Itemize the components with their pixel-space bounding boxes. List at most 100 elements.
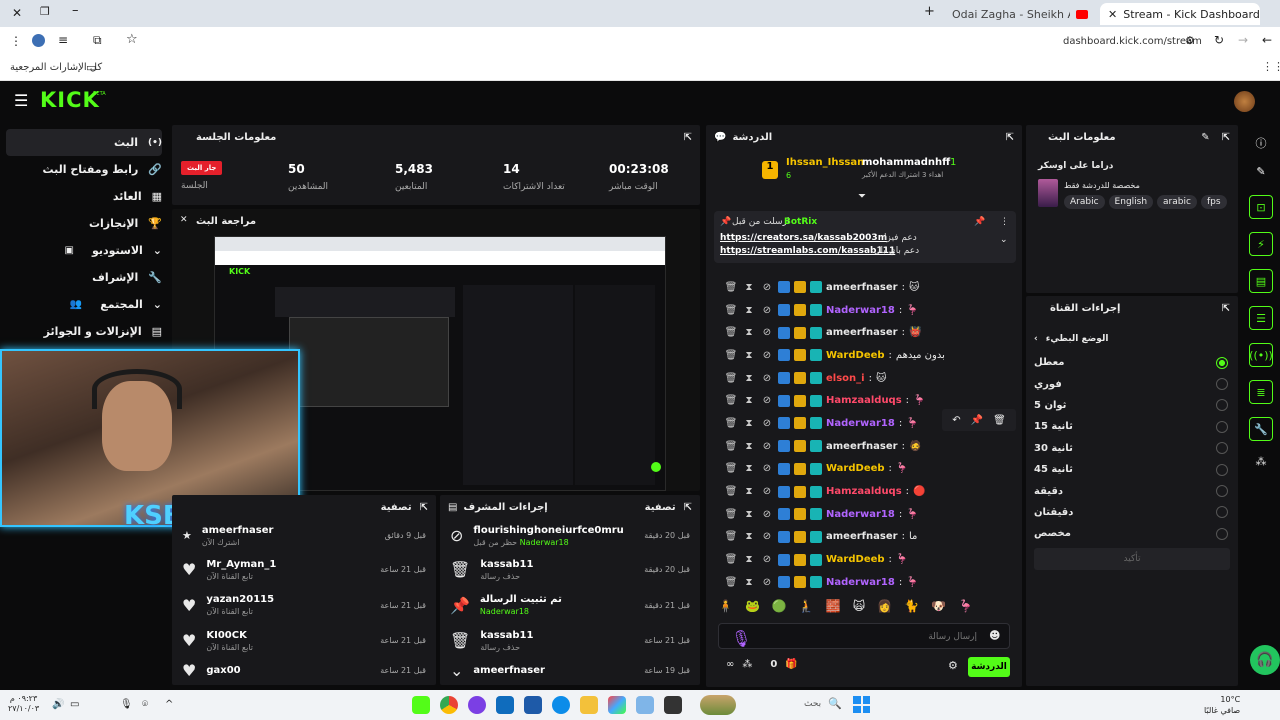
chat-username[interactable]: Naderwar18 [826, 509, 895, 520]
timeout-icon[interactable]: ⧗ [742, 485, 756, 499]
slow-mode-header[interactable]: ‹ الوضع البطيء [1034, 334, 1108, 344]
support-headset-icon[interactable]: 🎧 [1250, 645, 1280, 675]
emote-icon[interactable]: 🧱 [826, 599, 841, 621]
chat-message[interactable]: 🗑 ⧗ ⊘ ameerfnaser: 👹 [714, 321, 1014, 344]
chat-settings-icon[interactable]: ⚙ [948, 659, 958, 672]
microphone-icon[interactable]: 🎙 [731, 629, 751, 648]
chevron-up-icon[interactable]: ^ [165, 699, 173, 710]
chat-message[interactable]: 🗑 ⧗ ⊘ ameerfnaser: ما [714, 526, 1014, 549]
chat-username[interactable]: Naderwar18 [826, 305, 895, 316]
ban-icon[interactable]: ⊘ [760, 553, 774, 567]
widgets-icon[interactable] [700, 695, 736, 715]
gifter-name[interactable]: Ihssan_Ihssan [786, 157, 864, 168]
activity-user[interactable]: Mr_Ayman_1 [206, 559, 276, 570]
tag-chip[interactable]: Arabic [1064, 195, 1105, 209]
sidebar-item-revenue[interactable]: ▦ العائد [6, 183, 162, 210]
activity-user[interactable]: KI00CK [206, 630, 253, 641]
radio-button[interactable] [1216, 463, 1228, 476]
timeout-icon[interactable]: ⧗ [742, 416, 756, 430]
category-name[interactable]: مخصصة للدردشة فقط [1064, 181, 1140, 190]
reply-icon[interactable]: ↶ [952, 415, 960, 426]
chat-username[interactable]: WardDeeb [826, 463, 885, 474]
ban-icon[interactable]: ⊘ [760, 530, 774, 544]
emote-icon[interactable]: 🐶 [931, 599, 946, 621]
tag-chip[interactable]: fps [1200, 195, 1227, 209]
start-button[interactable] [853, 696, 870, 713]
pinned-author[interactable]: BotRix [784, 217, 817, 227]
edit-icon[interactable]: ✎ [1201, 132, 1209, 143]
slow-mode-option[interactable]: 45 ثانية [1026, 459, 1238, 480]
ban-icon[interactable]: ⊘ [760, 371, 774, 385]
chat-username[interactable]: ameerfnaser [826, 282, 898, 293]
pinned-link[interactable]: https://creators.sa/kassab2003m [720, 233, 887, 243]
filter-label[interactable]: تصفية [645, 502, 676, 513]
tab-search-icon[interactable]: ≡ [58, 33, 68, 47]
timeout-icon[interactable]: ⧗ [742, 326, 756, 340]
activity-user[interactable]: yazan20115 [206, 594, 274, 605]
delete-icon[interactable]: 🗑 [724, 326, 738, 340]
ban-icon[interactable]: ⊘ [760, 394, 774, 408]
chrome-icon[interactable] [440, 696, 458, 714]
slow-mode-option[interactable]: دقيقة [1026, 480, 1238, 501]
copilot-icon[interactable] [608, 696, 626, 714]
delete-icon[interactable]: 🗑 [724, 439, 738, 453]
pencil-icon[interactable]: ✎ [1242, 157, 1280, 185]
expand-icon[interactable]: ⌄ [1000, 235, 1008, 245]
delete-icon[interactable]: 🗑 [724, 348, 738, 362]
timeout-icon[interactable]: ⧗ [742, 530, 756, 544]
search-icon[interactable]: 🔍 [828, 697, 842, 710]
emoji-icon[interactable]: ☻ [989, 629, 1000, 642]
sidebar-item-moderation[interactable]: 🔧 الإشراف [6, 264, 162, 291]
edge-icon[interactable] [552, 696, 570, 714]
sidebar-item-studio[interactable]: ⌄ الاستوديو ▣ [6, 237, 162, 264]
activity-user[interactable]: ameerfnaser [202, 525, 274, 536]
broadcast-icon[interactable]: ((•)) [1249, 343, 1273, 367]
delete-icon[interactable]: 🗑 [724, 394, 738, 408]
confirm-button[interactable]: تأكيد [1034, 548, 1230, 570]
radio-button[interactable] [1216, 420, 1228, 433]
timeout-icon[interactable]: ⧗ [742, 303, 756, 317]
chat-message[interactable]: 🗑 ⧗ ⊘ WardDeeb: 🦩 [714, 548, 1014, 571]
forward-icon[interactable]: → [1238, 33, 1248, 47]
radio-button[interactable] [1216, 399, 1228, 412]
tag-chip[interactable]: arabic [1157, 195, 1197, 209]
timeout-icon[interactable]: ⧗ [742, 553, 756, 567]
ban-icon[interactable]: ⊘ [760, 575, 774, 589]
radio-button[interactable] [1216, 485, 1228, 498]
emote-icon[interactable]: 🐈 [904, 599, 919, 621]
terminal-icon[interactable] [664, 696, 682, 714]
file-explorer-icon[interactable] [580, 696, 598, 714]
store-icon[interactable] [524, 696, 542, 714]
gift-icon[interactable]: 🎁 [785, 659, 797, 670]
collapse-icon[interactable]: ⏷ [858, 191, 866, 202]
list-icon[interactable]: ≣ [1249, 380, 1273, 404]
ban-icon[interactable]: ⊘ [760, 348, 774, 362]
chat-username[interactable]: Hamzaalduqs [826, 395, 902, 406]
chat-message[interactable]: 🗑 ⧗ ⊘ ameerfnaser: 🐱 [714, 276, 1014, 299]
mod-action-target[interactable]: flourishinghoneiurfce0mru [473, 525, 623, 536]
wrench-icon[interactable]: 🔧 [1249, 417, 1273, 441]
ban-icon[interactable]: ⊘ [760, 280, 774, 294]
new-tab-icon[interactable]: + [924, 4, 935, 19]
chat-username[interactable]: elson_i [826, 373, 865, 384]
popout-icon[interactable]: ⇱ [684, 132, 692, 143]
chat-message[interactable]: 🗑 ⧗ ⊘ WardDeeb: بدون ميدهم [714, 344, 1014, 367]
emote-icon[interactable]: 🙀 [853, 599, 866, 621]
category-thumbnail[interactable] [1038, 179, 1058, 207]
slow-mode-option[interactable]: ثوان 5 [1026, 395, 1238, 416]
ban-icon[interactable]: ⊘ [760, 507, 774, 521]
emote-icon[interactable]: 🟢 [772, 599, 787, 621]
qr-icon[interactable]: ⊡ [1249, 195, 1273, 219]
chat-message[interactable]: 🗑 ⧗ ⊘ Naderwar18: 🦩 [714, 503, 1014, 526]
close-window-icon[interactable]: ✕ [12, 6, 22, 20]
pinned-link[interactable]: https://streamlabs.com/kassab111 [720, 246, 895, 256]
mod-action-by[interactable]: Naderwar18 [480, 607, 529, 616]
timeout-icon[interactable]: ⧗ [742, 394, 756, 408]
slow-mode-option[interactable]: مخصص [1026, 523, 1238, 544]
chat-username[interactable]: WardDeeb [826, 554, 885, 565]
radio-button[interactable] [1216, 356, 1228, 369]
ban-icon[interactable]: ⊘ [760, 439, 774, 453]
ban-icon[interactable]: ⊘ [760, 303, 774, 317]
popout-icon[interactable]: ⇱ [1006, 132, 1014, 143]
photos-icon[interactable] [636, 696, 654, 714]
